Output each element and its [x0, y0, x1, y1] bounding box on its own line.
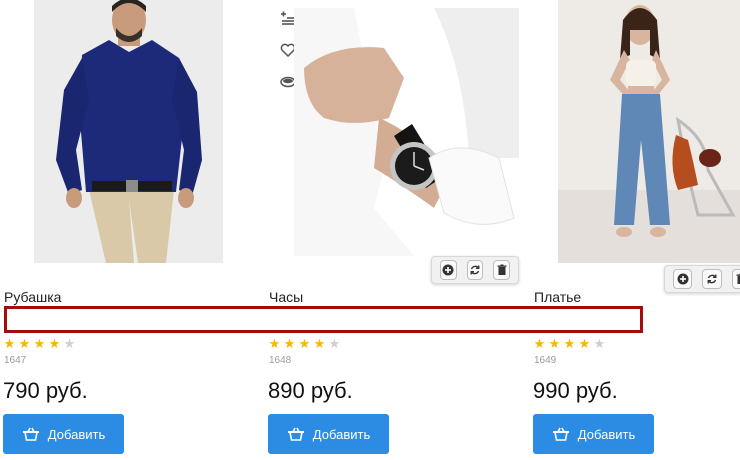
add-to-cart-button[interactable]: Добавить: [3, 414, 124, 454]
star-icon: ★: [3, 336, 16, 351]
star-icon: ★: [578, 336, 591, 351]
product-rating: ★ ★ ★ ★ ★: [3, 337, 76, 350]
star-icon: ★: [283, 336, 296, 351]
star-icon: ★: [33, 336, 46, 351]
add-to-cart-button[interactable]: Добавить: [533, 414, 654, 454]
product-image-dress[interactable]: [558, 0, 740, 263]
star-icon: ★: [63, 336, 76, 351]
add-circle-icon[interactable]: [440, 260, 457, 280]
basket-icon: [22, 426, 40, 442]
refresh-icon[interactable]: [466, 260, 484, 280]
add-to-cart-label: Добавить: [47, 426, 106, 442]
product-card: Часы ★ ★ ★ ★ ★ 1648 890 руб. Добавить: [265, 0, 519, 460]
star-icon: ★: [268, 336, 281, 351]
add-to-cart-label: Добавить: [312, 426, 371, 442]
product-price: 790 руб.: [3, 378, 88, 403]
star-icon: ★: [313, 336, 326, 351]
product-sku: 1648: [269, 355, 292, 366]
add-circle-icon[interactable]: [673, 269, 693, 289]
product-image-watch[interactable]: [294, 8, 519, 256]
product-card: Платье ★ ★ ★ ★ ★ 1649 990 руб. Добавить: [530, 0, 740, 460]
product-rating: ★ ★ ★ ★ ★: [533, 337, 606, 350]
star-icon: ★: [548, 336, 561, 351]
product-title[interactable]: Рубашка: [4, 289, 61, 305]
star-icon: ★: [563, 336, 576, 351]
star-icon: ★: [593, 336, 606, 351]
product-sku: 1649: [534, 355, 557, 366]
star-icon: ★: [533, 336, 546, 351]
refresh-icon[interactable]: [702, 269, 722, 289]
image-toolbar: [664, 265, 740, 293]
product-sku: 1647: [4, 355, 27, 366]
star-icon: ★: [48, 336, 61, 351]
star-icon: ★: [298, 336, 311, 351]
basket-icon: [552, 426, 570, 442]
trash-icon[interactable]: [493, 260, 511, 280]
product-price: 890 руб.: [268, 378, 353, 403]
image-toolbar: [431, 256, 519, 284]
trash-icon[interactable]: [731, 269, 740, 289]
product-rating: ★ ★ ★ ★ ★: [268, 337, 341, 350]
basket-icon: [287, 426, 305, 442]
star-icon: ★: [328, 336, 341, 351]
product-image-shirt[interactable]: [34, 0, 223, 263]
product-card: Рубашка ★ ★ ★ ★ ★ 1647 790 руб. Добавить: [0, 0, 230, 460]
add-to-cart-button[interactable]: Добавить: [268, 414, 389, 454]
product-title[interactable]: Платье: [534, 289, 581, 305]
product-title[interactable]: Часы: [269, 289, 303, 305]
product-price: 990 руб.: [533, 378, 618, 403]
highlight-box: [4, 306, 643, 333]
add-to-cart-label: Добавить: [577, 426, 636, 442]
star-icon: ★: [18, 336, 31, 351]
